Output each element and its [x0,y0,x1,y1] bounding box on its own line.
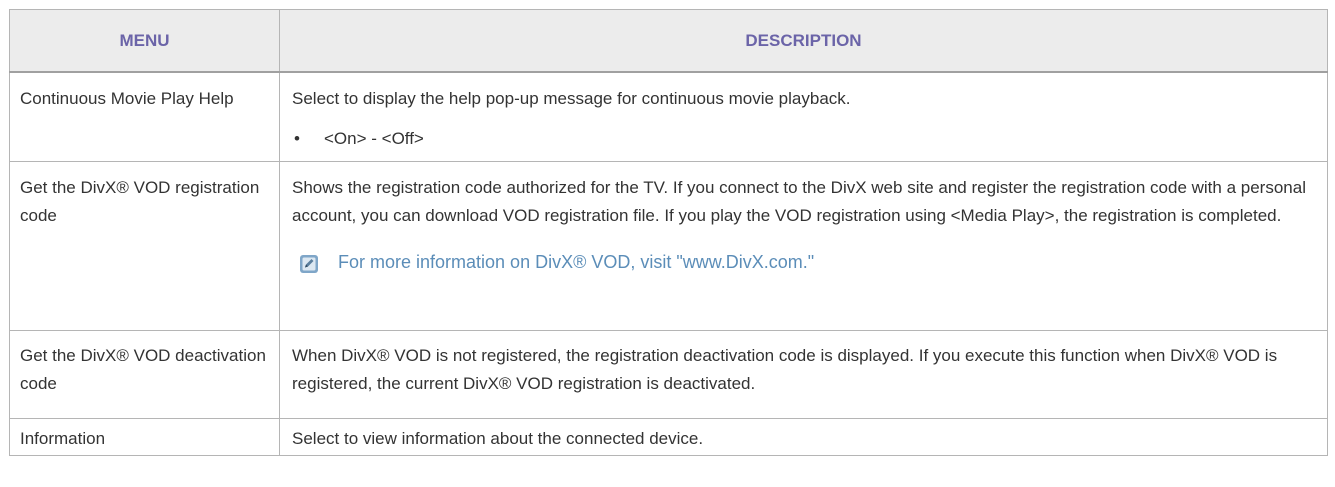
table-row: Get the DivX® VOD registration code Show… [9,161,1328,331]
table-header-row: MENU DESCRIPTION [9,9,1328,73]
description-cell: Select to view information about the con… [279,418,1328,456]
description-text: Select to display the help pop-up messag… [292,89,851,108]
table-row: Continuous Movie Play Help Select to dis… [9,71,1328,162]
menu-cell: Continuous Movie Play Help [9,71,280,162]
menu-cell: Get the DivX® VOD registration code [9,161,280,331]
table-row: Information Select to view information a… [9,418,1328,456]
note: For more information on DivX® VOD, visit… [292,248,1317,276]
menu-cell: Get the DivX® VOD deactivation code [9,330,280,419]
table-row: Get the DivX® VOD deactivation code When… [9,330,1328,419]
menu-cell: Information [9,418,280,456]
header-menu: MENU [9,9,280,73]
note-pencil-icon [300,253,318,273]
description-text: When DivX® VOD is not registered, the re… [292,346,1278,393]
option-bullet: • <On> - <Off> [292,125,1317,153]
description-text: Select to view information about the con… [292,429,704,448]
bullet-dot: • [294,129,300,148]
menu-description-table: MENU DESCRIPTION Continuous Movie Play H… [9,9,1328,456]
description-cell: When DivX® VOD is not registered, the re… [279,330,1328,419]
description-cell: Select to display the help pop-up messag… [279,71,1328,162]
description-cell: Shows the registration code authorized f… [279,161,1328,331]
header-description: DESCRIPTION [279,9,1328,73]
description-text: Shows the registration code authorized f… [292,178,1306,225]
bullet-text: <On> - <Off> [324,129,424,148]
note-text: For more information on DivX® VOD, visit… [338,252,815,272]
